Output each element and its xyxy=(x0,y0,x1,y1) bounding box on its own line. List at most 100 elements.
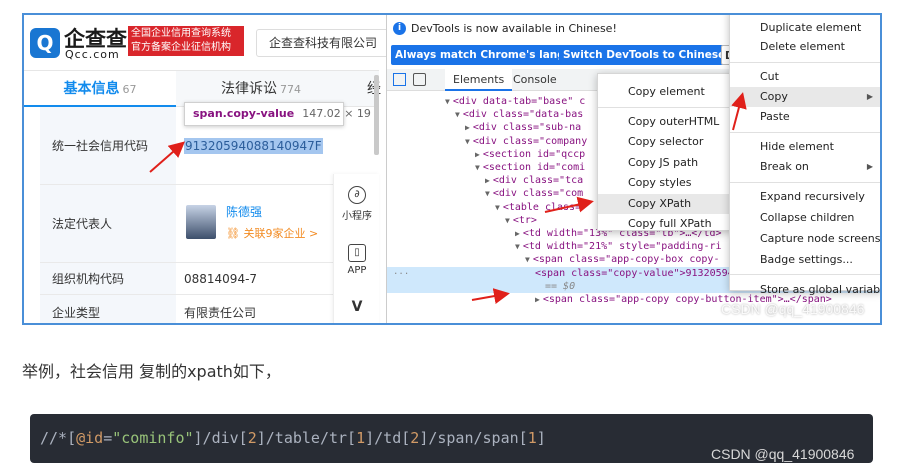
related-companies-link[interactable]: ⛓ 关联9家企业 > xyxy=(226,225,318,241)
code-token: 1 xyxy=(527,429,537,447)
menu-item-label: Duplicate element xyxy=(760,21,862,34)
menu-item-expand-recursively[interactable]: Expand recursively xyxy=(730,187,880,207)
menu-item-delete-element[interactable]: Delete element xyxy=(730,37,880,57)
menu-item-paste[interactable]: Paste xyxy=(730,107,880,127)
menu-item-label: Copy xyxy=(760,90,788,103)
qcc-logo-domain: Qcc.com xyxy=(65,48,120,61)
related-companies-label: 关联9家企业 > xyxy=(243,227,319,240)
inspect-tooltip: span.copy-value 147.02 × 19 xyxy=(184,102,371,126)
switch-chinese-button[interactable]: Switch DevTools to Chinese xyxy=(559,45,730,65)
expand-triangle-icon[interactable]: ▶ xyxy=(535,295,540,304)
expand-triangle-icon[interactable]: ▶ xyxy=(485,176,490,185)
devtools-panel: i DevTools is now available in Chinese! … xyxy=(386,15,880,323)
collapse-triangle-icon[interactable]: ▼ xyxy=(495,203,500,212)
qcc-page: Q 企查查 Qcc.com 全国企业信用查询系统 官方备案企业征信机构 企查查科… xyxy=(24,15,396,323)
menu-item-copy[interactable]: Copy ▶ xyxy=(730,87,880,107)
menu-item-cut[interactable]: Cut xyxy=(730,67,880,87)
mini-program-button[interactable]: ∂ 小程序 xyxy=(334,186,380,222)
collapse-triangle-icon[interactable]: ▼ xyxy=(455,110,460,119)
menu-item-hide-element[interactable]: Hide element xyxy=(730,137,880,157)
menu-item-label: Collapse children xyxy=(760,211,855,224)
menu-item-copy-element[interactable]: Copy element xyxy=(598,82,732,102)
collapse-triangle-icon[interactable]: ▼ xyxy=(505,216,510,225)
info-icon: i xyxy=(393,22,406,35)
mini-program-icon: ∂ xyxy=(348,186,366,204)
menu-item-label: Copy XPath xyxy=(628,197,692,210)
menu-item-store-as-global-variable[interactable]: Store as global variable xyxy=(730,280,882,300)
row-label: 组织机构代码 xyxy=(40,263,176,294)
menu-item-label: Capture node screenshot xyxy=(760,232,881,245)
code-token: 2 xyxy=(410,429,420,447)
collapse-triangle-icon[interactable]: ▼ xyxy=(525,255,530,264)
app-button[interactable]: ▯ APP xyxy=(334,244,380,276)
menu-item-duplicate-element[interactable]: Duplicate element xyxy=(730,18,880,38)
menu-item-copy-styles[interactable]: Copy styles xyxy=(598,173,732,193)
collapse-triangle-icon[interactable]: ▼ xyxy=(515,242,520,251)
code-token: 1 xyxy=(356,429,366,447)
dom-node-text: <div class="data-bas xyxy=(462,109,584,121)
expand-triangle-icon[interactable]: ▶ xyxy=(475,150,480,159)
side-toolbar: ∂ 小程序 ▯ APP V xyxy=(333,174,380,323)
collapse-triangle-icon[interactable]: ▼ xyxy=(465,137,470,146)
slogan-line-1: 全国企业信用查询系统 xyxy=(131,28,231,39)
legal-rep-avatar[interactable] xyxy=(186,205,216,239)
legal-rep-name[interactable]: 陈德强 xyxy=(226,203,262,220)
menu-item-copy-js-path[interactable]: Copy JS path xyxy=(598,153,732,173)
row-label: 统一社会信用代码 xyxy=(40,107,176,184)
tab-count: 774 xyxy=(280,83,301,96)
dom-node-text: <div data-tab="base" c xyxy=(452,96,586,107)
context-menu: Duplicate element Delete element Cut Copy ▶ P… xyxy=(729,15,881,296)
dom-node-text: == $0 xyxy=(545,280,576,292)
tab-elements[interactable]: Elements xyxy=(445,69,513,91)
inspect-element-icon[interactable] xyxy=(393,73,406,86)
qcc-logo-icon[interactable]: Q xyxy=(30,28,60,58)
menu-item-label: Copy full XPath xyxy=(628,217,712,230)
menu-separator xyxy=(598,107,732,108)
code-token: ]/span/span[ xyxy=(419,429,528,447)
collapse-triangle-icon[interactable]: ▼ xyxy=(445,97,450,106)
menu-item-copy-full-xpath[interactable]: Copy full XPath xyxy=(598,214,732,234)
code-token: //*[ xyxy=(40,429,77,447)
menu-item-label: Store as global variable xyxy=(760,283,882,296)
menu-item-label: Hide element xyxy=(760,140,834,153)
dom-node-text: <div class="tca xyxy=(492,175,584,187)
collapse-triangle-icon[interactable]: ▼ xyxy=(485,189,490,198)
code-token: ]/div[ xyxy=(193,429,248,447)
menu-item-copy-selector[interactable]: Copy selector xyxy=(598,132,732,152)
tool-label: APP xyxy=(347,265,367,276)
dom-node-text: <div class="company xyxy=(472,135,588,147)
menu-item-label: Copy JS path xyxy=(628,156,699,169)
menu-item-badge-settings[interactable]: Badge settings... xyxy=(730,250,880,270)
menu-item-label: Copy selector xyxy=(628,135,704,148)
tool-label: 小程序 xyxy=(342,211,372,222)
company-search-box[interactable]: 企查查科技有限公司 xyxy=(256,29,396,57)
tab-console[interactable]: Console xyxy=(505,69,565,91)
row-label: 企业类型 xyxy=(40,295,176,323)
tab-basic-info[interactable]: 基本信息 67 xyxy=(24,71,176,107)
menu-separator xyxy=(730,132,880,133)
credit-code-value[interactable]: 91320594088140947F xyxy=(184,137,323,154)
menu-item-capture-node-screenshot[interactable]: Capture node screenshot xyxy=(730,229,881,249)
collapse-triangle-icon[interactable]: ▼ xyxy=(475,163,480,172)
phone-icon: ▯ xyxy=(348,244,366,262)
menu-item-collapse-children[interactable]: Collapse children xyxy=(730,208,880,228)
code-token: "cominfo" xyxy=(112,429,194,447)
menu-item-break-on[interactable]: Break on ▶ xyxy=(730,157,880,177)
expand-triangle-icon[interactable]: ▶ xyxy=(465,123,470,132)
vip-button[interactable]: V xyxy=(334,300,380,321)
menu-item-copy-outerhtml[interactable]: Copy outerHTML xyxy=(598,112,732,132)
table-row: 企业类型 有限责任公司 xyxy=(40,295,379,323)
submenu-arrow-icon: ▶ xyxy=(866,92,873,101)
menu-separator xyxy=(730,182,880,183)
code-token: 2 xyxy=(247,429,257,447)
menu-item-label: Cut xyxy=(760,70,779,83)
dom-ellipsis[interactable]: ... xyxy=(393,267,409,277)
dom-node-text: <div class="sub-na xyxy=(472,122,582,134)
menu-separator xyxy=(730,274,880,275)
menu-item-copy-xpath[interactable]: Copy XPath xyxy=(598,194,732,214)
device-toolbar-icon[interactable] xyxy=(413,73,426,86)
menu-item-label: Delete element xyxy=(760,40,845,53)
qcc-header: Q 企查查 Qcc.com 全国企业信用查询系统 官方备案企业征信机构 企查查科… xyxy=(24,15,396,71)
slogan-line-2: 官方备案企业征信机构 xyxy=(131,42,231,53)
expand-triangle-icon[interactable]: ▶ xyxy=(515,229,520,238)
